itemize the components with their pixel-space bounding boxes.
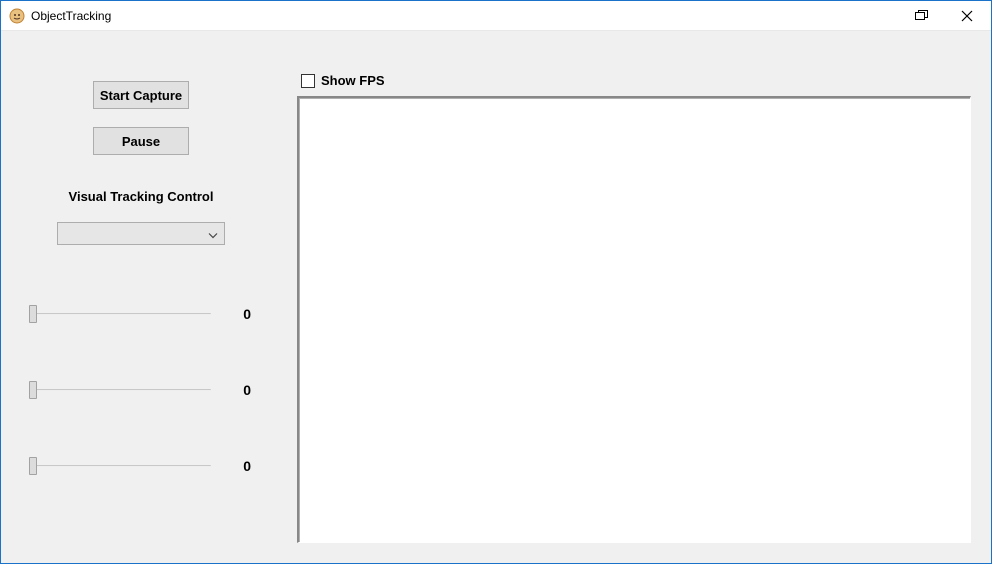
slider-3-thumb[interactable]: [29, 457, 37, 475]
slider-2: 0: [29, 381, 251, 399]
show-fps-label: Show FPS: [321, 73, 385, 88]
show-fps-checkbox[interactable]: [301, 74, 315, 88]
tracking-mode-dropdown[interactable]: [57, 222, 225, 245]
maximize-button[interactable]: [899, 2, 944, 30]
chevron-down-icon: [208, 226, 218, 241]
slider-2-track[interactable]: [29, 381, 211, 399]
window-title: ObjectTracking: [31, 9, 111, 23]
start-capture-button[interactable]: Start Capture: [93, 81, 189, 109]
slider-1-value: 0: [223, 306, 251, 322]
pause-button[interactable]: Pause: [93, 127, 189, 155]
slider-3-track[interactable]: [29, 457, 211, 475]
app-window: ObjectTracking Start Capture Pause Visua…: [0, 0, 992, 564]
slider-3-value: 0: [223, 458, 251, 474]
titlebar: ObjectTracking: [1, 1, 991, 31]
client-area: Start Capture Pause Visual Tracking Cont…: [1, 31, 991, 563]
sliders-group: 0 0 0: [11, 305, 271, 475]
video-display-panel: [297, 96, 971, 543]
slider-1: 0: [29, 305, 251, 323]
app-icon: [9, 8, 25, 24]
visual-tracking-label: Visual Tracking Control: [11, 189, 271, 204]
close-button[interactable]: [944, 2, 989, 30]
slider-2-thumb[interactable]: [29, 381, 37, 399]
slider-1-track[interactable]: [29, 305, 211, 323]
slider-2-value: 0: [223, 382, 251, 398]
slider-3: 0: [29, 457, 251, 475]
show-fps-row[interactable]: Show FPS: [301, 73, 971, 88]
right-panel: Show FPS: [297, 73, 971, 543]
slider-1-thumb[interactable]: [29, 305, 37, 323]
left-panel: Start Capture Pause Visual Tracking Cont…: [1, 31, 281, 563]
